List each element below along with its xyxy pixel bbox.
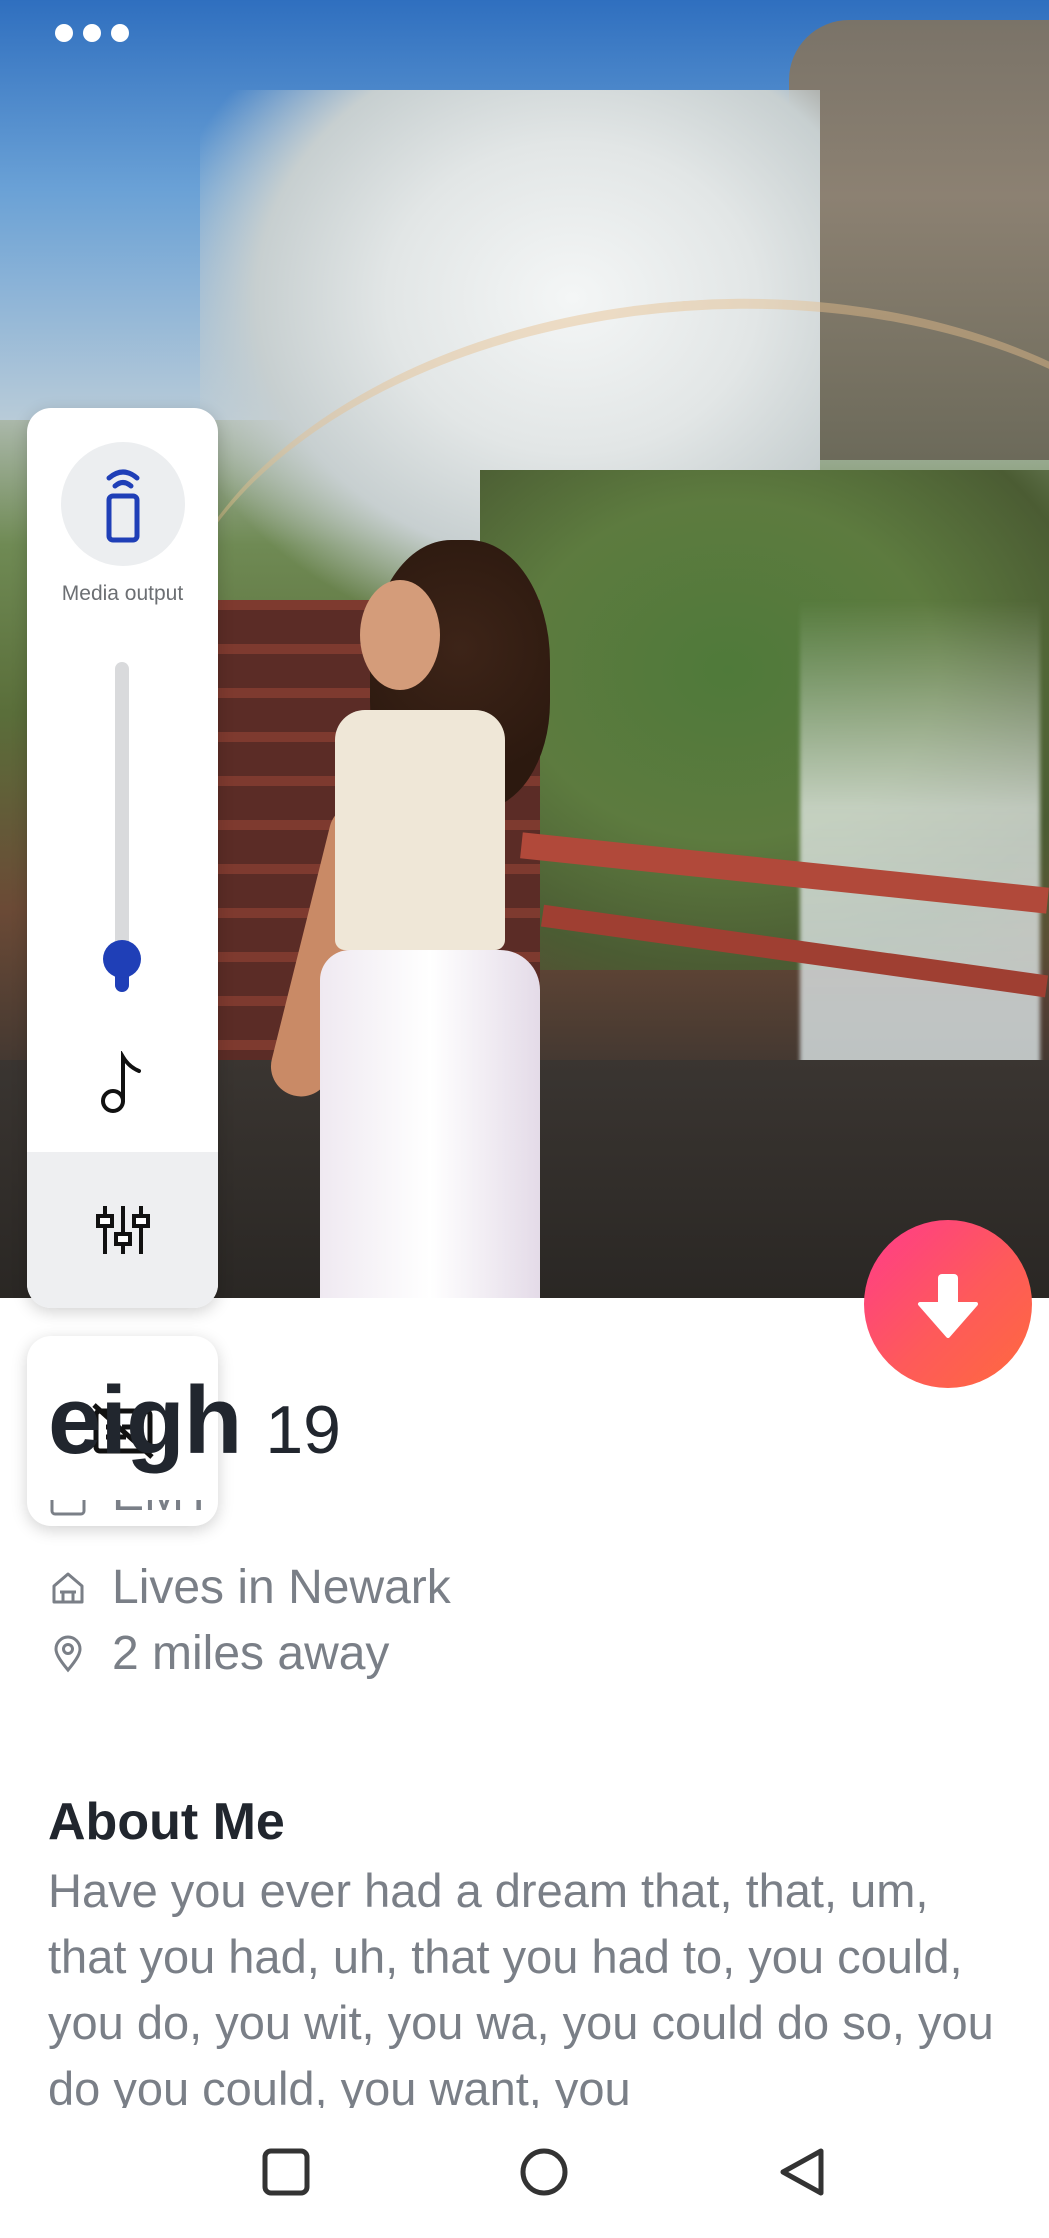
volume-slider-knob[interactable]: [103, 940, 141, 978]
about-me-text: Have you ever had a dream that, that, um…: [48, 1864, 994, 2108]
about-me-heading: About Me: [48, 1793, 285, 1851]
three-dots-icon[interactable]: [55, 24, 129, 42]
media-output-button[interactable]: [61, 442, 185, 566]
square-icon: [262, 2148, 310, 2196]
music-note-icon: [100, 1051, 141, 1113]
system-nav-bar: [0, 2108, 1049, 2238]
profile-name-row: eigh 19: [48, 1366, 341, 1476]
triangle-back-icon: [780, 2148, 824, 2196]
back-button[interactable]: [772, 2142, 832, 2202]
profile-job: EMT: [112, 1500, 213, 1522]
sliders-icon: [95, 1206, 150, 1254]
briefcase-icon: [50, 1500, 86, 1516]
recents-button[interactable]: [256, 2142, 316, 2202]
home-button[interactable]: [514, 2142, 574, 2202]
media-output-label: Media output: [61, 582, 184, 605]
photo-person: [264, 540, 580, 1298]
profile-name: eigh: [48, 1367, 242, 1474]
profile-distance-row: 2 miles away: [48, 1626, 389, 1681]
photo-stream: [800, 600, 1040, 1120]
circle-icon: [520, 2148, 568, 2196]
profile-job-row: EMT: [48, 1500, 213, 1540]
speaker-cast-icon: [106, 469, 140, 543]
location-pin-icon: [54, 1635, 82, 1672]
arrow-down-icon: [918, 1274, 978, 1338]
profile-lives-in: Lives in Newark: [112, 1561, 451, 1614]
volume-panel: Media output: [27, 408, 218, 1308]
profile-distance: 2 miles away: [112, 1627, 390, 1680]
equalizer-button[interactable]: [27, 1152, 218, 1308]
scroll-down-button[interactable]: [864, 1220, 1032, 1388]
home-icon: [52, 1572, 84, 1603]
music-stream-button[interactable]: [27, 1028, 218, 1138]
profile-age: 19: [265, 1392, 341, 1468]
profile-lives-in-row: Lives in Newark: [48, 1560, 451, 1615]
